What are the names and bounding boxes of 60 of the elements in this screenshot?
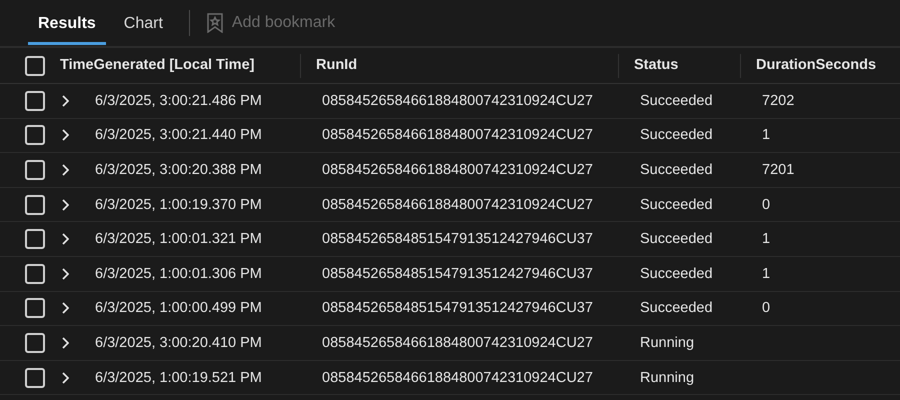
checkbox[interactable] [25,90,45,111]
tab[interactable]: Chart [114,6,173,44]
tab[interactable]: Results [28,6,106,44]
table-cell: 08584526584851547913512427946CU37 [322,300,593,316]
table-cell: 1 [762,231,770,248]
table-cell: 0 [762,196,770,213]
checkbox[interactable] [25,368,45,388]
checkbox[interactable] [25,264,45,284]
checkbox[interactable] [25,298,45,318]
table-cell: 6/3/2025, 1:00:19.370 PM [95,196,262,213]
table-cell: Running [640,334,694,351]
chevron-right-icon[interactable] [61,94,69,107]
table-cell: 6/3/2025, 1:00:01.321 PM [95,231,262,248]
column-header[interactable]: RunId [316,54,358,76]
bookmark-star-icon [206,13,224,33]
table-cell: Succeeded [640,162,713,178]
table-cell: Running [640,370,694,386]
chevron-right-icon[interactable] [61,233,69,246]
chevron-right-icon[interactable] [61,372,69,384]
table-cell: 7202 [762,92,794,109]
table-cell: Succeeded [640,196,713,213]
chevron-right-icon[interactable] [61,129,69,142]
table-cell: Succeeded [640,92,713,109]
chevron-right-icon[interactable] [61,198,69,211]
column-header[interactable]: TimeGenerated [Local Time] [60,54,254,76]
column-header[interactable]: DurationSeconds [756,54,876,76]
chevron-right-icon[interactable] [61,336,69,349]
table-cell: 6/3/2025, 3:00:20.388 PM [95,162,262,178]
table-cell: 1 [762,127,770,144]
checkbox[interactable] [25,125,45,146]
checkbox[interactable] [25,56,45,76]
table-cell: 6/3/2025, 1:00:01.306 PM [95,266,262,282]
table-cell: 1 [762,266,770,282]
table-cell: 08584526584661884800742310924CU27 [322,370,593,386]
checkbox[interactable] [25,332,45,353]
table-cell: 6/3/2025, 3:00:21.440 PM [95,127,262,144]
checkbox[interactable] [25,229,45,250]
chevron-right-icon[interactable] [61,268,69,280]
table-cell: 08584526584661884800742310924CU27 [322,92,593,109]
table-cell: 6/3/2025, 1:00:19.521 PM [95,370,262,386]
table-cell: Succeeded [640,266,713,282]
table-cell: Succeeded [640,231,713,248]
table-cell: 6/3/2025, 3:00:20.410 PM [95,334,262,351]
table-cell: 6/3/2025, 1:00:00.499 PM [95,300,262,316]
table-cell: 6/3/2025, 3:00:21.486 PM [95,92,262,109]
checkbox[interactable] [25,194,45,215]
table-cell: 08584526584661884800742310924CU27 [322,127,593,144]
table-cell: 08584526584661884800742310924CU27 [322,162,593,178]
chevron-right-icon[interactable] [61,302,69,314]
checkbox[interactable] [25,160,45,180]
table-cell: 08584526584851547913512427946CU37 [322,266,593,282]
table-cell: Succeeded [640,127,713,144]
table-cell: Succeeded [640,300,713,316]
table-cell: 08584526584661884800742310924CU27 [322,334,593,351]
table-cell: 08584526584661884800742310924CU27 [322,196,593,213]
table-cell: 7201 [762,162,794,178]
column-header[interactable]: Status [634,54,678,76]
chevron-right-icon[interactable] [61,164,69,176]
table-cell: 08584526584851547913512427946CU37 [322,231,593,248]
table-cell: 0 [762,300,770,316]
